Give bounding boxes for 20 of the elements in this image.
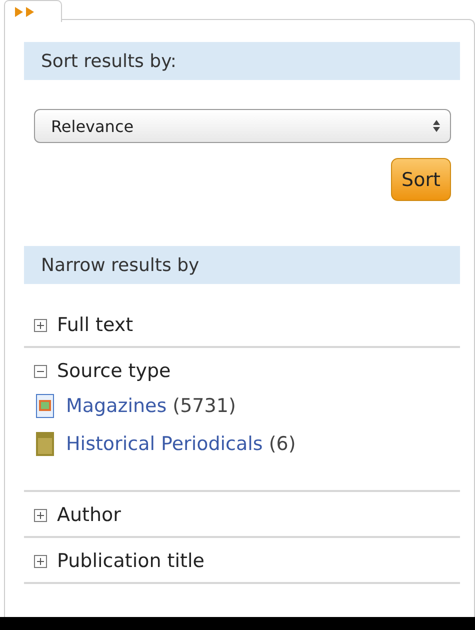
facet-link[interactable]: Historical Periodicals — [66, 433, 263, 455]
result-count: (6) — [268, 433, 296, 455]
facet-label[interactable]: Source type — [57, 360, 171, 382]
facet-label[interactable]: Publication title — [57, 550, 204, 572]
expand-icon[interactable] — [34, 508, 47, 522]
facet-link[interactable]: Magazines — [66, 395, 167, 417]
double-arrow-icon — [15, 7, 35, 17]
magazine-icon — [36, 394, 54, 418]
expand-icon[interactable] — [34, 554, 47, 568]
collapse-icon[interactable] — [34, 364, 47, 378]
section-heading: Sort results by: — [24, 42, 460, 80]
facet-label[interactable]: Author — [57, 504, 121, 526]
result-count: (5731) — [172, 395, 236, 417]
book-icon — [36, 432, 54, 456]
facet-label[interactable]: Full text — [57, 314, 134, 336]
sort-button[interactable]: Sort — [391, 158, 451, 201]
stepper-icon — [433, 120, 440, 132]
section-heading: Narrow results by — [24, 246, 460, 284]
expand-icon[interactable] — [34, 318, 47, 332]
sort-select[interactable]: Relevance — [34, 109, 451, 143]
